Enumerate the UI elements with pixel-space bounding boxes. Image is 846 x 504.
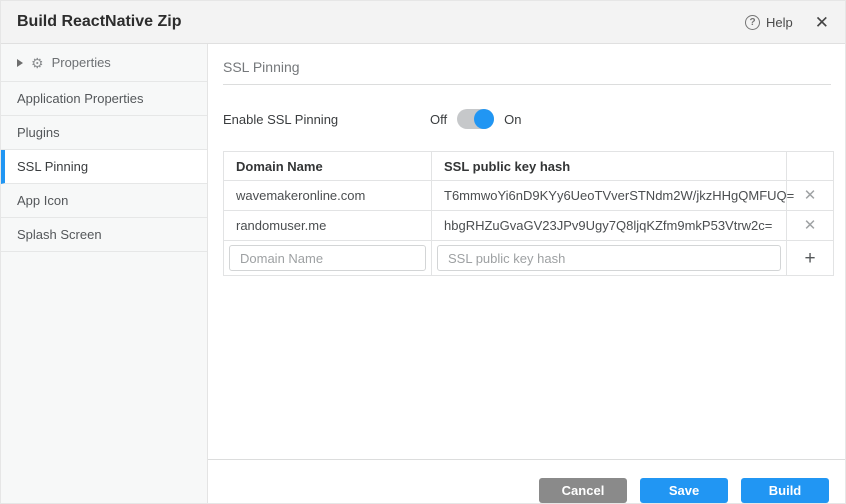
enable-ssl-pinning-label: Enable SSL Pinning [223, 112, 430, 127]
table-row: randomuser.me hbgRHZuGvaGV23JPv9Ugy7Q8lj… [224, 211, 834, 241]
gear-icon: ⚙ [31, 56, 44, 70]
hash-cell: hbgRHZuGvaGV23JPv9Ugy7Q8ljqKZfm9mkP53Vtr… [432, 211, 787, 241]
help-label: Help [766, 15, 793, 30]
build-reactnative-zip-dialog: Build ReactNative Zip ? Help ✕ ⚙ Propert… [0, 0, 846, 504]
delete-row-button[interactable]: ✕ [804, 218, 817, 233]
sidebar-item-label: Splash Screen [17, 227, 102, 242]
toggle-on-label: On [504, 112, 521, 127]
cancel-button[interactable]: Cancel [539, 478, 627, 503]
sidebar-item-splash-screen[interactable]: Splash Screen [1, 218, 207, 252]
add-row-button[interactable]: + [804, 249, 815, 268]
build-button[interactable]: Build [741, 478, 829, 503]
delete-row-button[interactable]: ✕ [804, 188, 817, 203]
dialog-title: Build ReactNative Zip [17, 13, 181, 31]
caret-right-icon [17, 59, 23, 67]
column-header-domain: Domain Name [224, 152, 432, 181]
enable-ssl-pinning-row: Enable SSL Pinning Off On [223, 109, 831, 129]
dialog-header: Build ReactNative Zip ? Help ✕ [1, 1, 845, 44]
new-entry-row: + [224, 241, 834, 276]
save-button[interactable]: Save [640, 478, 728, 503]
table-row: wavemakeronline.com T6mmwoYi6nD9KYy6UeoT… [224, 181, 834, 211]
footer-actions: Cancel Save Build [208, 460, 845, 503]
hash-cell: T6mmwoYi6nD9KYy6UeoTVverSTNdm2W/jkzHHgQM… [432, 181, 787, 211]
toggle-knob [474, 109, 494, 129]
help-icon: ? [745, 15, 760, 30]
sidebar-item-label: Application Properties [17, 91, 143, 106]
toggle-off-label: Off [430, 112, 447, 127]
sidebar-item-label: App Icon [17, 193, 68, 208]
panel-heading: SSL Pinning [223, 44, 831, 84]
sidebar-item-label: Plugins [17, 125, 60, 140]
ssl-pinning-toggle[interactable] [457, 109, 494, 129]
sidebar-item-ssl-pinning[interactable]: SSL Pinning [1, 150, 207, 184]
sidebar-item-label: SSL Pinning [17, 159, 88, 174]
column-header-action [787, 152, 834, 181]
ssl-pinning-table: Domain Name SSL public key hash wavemake… [223, 151, 834, 276]
sidebar-item-app-icon[interactable]: App Icon [1, 184, 207, 218]
sidebar-group-properties[interactable]: ⚙ Properties [1, 44, 207, 82]
sidebar: ⚙ Properties Application Properties Plug… [1, 44, 208, 503]
ssl-pinning-panel: SSL Pinning Enable SSL Pinning Off On Do… [208, 44, 845, 503]
domain-cell: randomuser.me [224, 211, 432, 241]
domain-cell: wavemakeronline.com [224, 181, 432, 211]
column-header-hash: SSL public key hash [432, 152, 787, 181]
sidebar-group-label: Properties [52, 55, 111, 70]
ssl-public-key-hash-input[interactable] [437, 245, 781, 271]
domain-name-input[interactable] [229, 245, 426, 271]
table-header-row: Domain Name SSL public key hash [224, 152, 834, 181]
heading-divider [223, 84, 831, 85]
help-button[interactable]: ? Help [745, 15, 793, 30]
sidebar-item-application-properties[interactable]: Application Properties [1, 82, 207, 116]
sidebar-item-plugins[interactable]: Plugins [1, 116, 207, 150]
close-icon[interactable]: ✕ [815, 14, 829, 31]
